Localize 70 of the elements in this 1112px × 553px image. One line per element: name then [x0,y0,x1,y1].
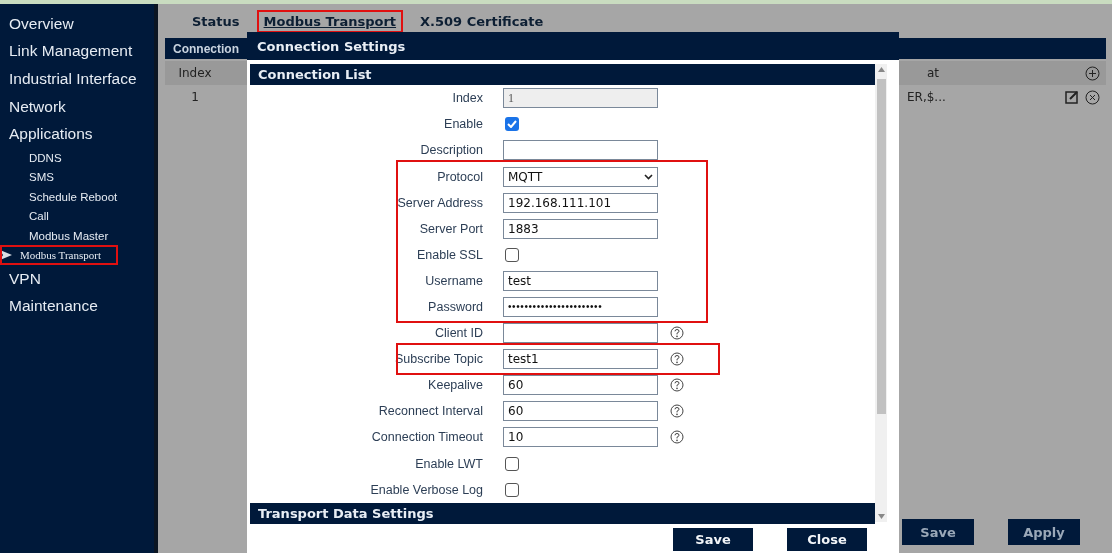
text-field[interactable]: 192.168.111.101 [503,192,658,213]
sidebar-item[interactable]: DDNS [0,147,154,168]
field-label: Client ID [434,326,484,341]
column-header: at [927,66,941,80]
text-field[interactable]: 60 [503,401,658,422]
help-icon[interactable] [670,404,684,419]
sidebar-item[interactable]: Call [0,206,154,226]
sidebar-item[interactable]: Modbus Master [0,225,154,246]
add-icon[interactable] [1085,65,1100,81]
field-label: Server Port [418,221,484,236]
edit-icon[interactable] [1065,90,1079,104]
text-field[interactable]: test [503,270,658,291]
help-icon[interactable] [670,352,684,367]
dialog-button[interactable]: Save [673,528,753,551]
sidebar-item[interactable]: Industrial Interface [0,65,154,93]
dialog-title: Connection Settings [247,32,899,60]
field-label: Enable Verbose Log [369,482,484,497]
text-field[interactable] [503,323,658,344]
page-button[interactable]: Save [902,519,974,545]
chevron-icon [644,173,653,180]
field-label: Enable LWT [414,456,484,471]
checkbox[interactable] [505,247,519,262]
scroll-down-icon[interactable] [877,514,885,519]
field-label: Connection Timeout [370,430,484,445]
checkbox[interactable] [505,482,519,497]
field-label: Username [424,273,484,288]
tab[interactable]: Status [185,9,247,33]
field-label: Enable SSL [415,247,484,262]
sidebar-item[interactable]: Maintenance [0,292,154,321]
delete-icon[interactable] [1085,89,1100,105]
index-field: 1 [503,88,658,109]
field-label: Server Address [396,195,484,210]
arrow-icon [0,250,12,261]
text-field[interactable]: test1 [503,349,658,370]
field-label: Keepalive [427,378,484,393]
section-header: Connection List [250,64,875,85]
text-field[interactable] [503,140,658,161]
help-icon[interactable] [670,326,684,341]
dialog-button[interactable]: Close [787,528,867,551]
sidebar-item[interactable]: Network [0,92,154,121]
field-label: Password [427,299,484,314]
sidebar-item[interactable]: SMS [0,167,154,187]
text-field[interactable]: 60 [503,375,658,396]
tab[interactable]: X.509 Certificate [413,9,551,33]
sidebar-item[interactable]: Overview [0,10,154,38]
sidebar-item[interactable]: Schedule Reboot [0,186,154,207]
checkbox[interactable] [505,117,519,132]
password-field[interactable]: ••••••••••••••••••••••• [503,296,658,317]
field-label: Reconnect Interval [377,404,484,419]
field-label: Enable [443,117,484,132]
scrollbar[interactable] [875,64,887,522]
sidebar-item[interactable]: Modbus Transport [0,245,118,265]
sidebar-item[interactable]: Applications [0,120,154,148]
checkbox[interactable] [505,456,519,471]
table-cell-text: ER,$... [907,90,947,104]
column-header: Index [177,66,213,80]
field-label: Protocol [436,169,484,184]
help-icon[interactable] [670,378,684,393]
sidebar-item[interactable]: VPN [0,264,154,293]
text-field[interactable]: 1883 [503,218,658,239]
text-field[interactable]: 10 [503,427,658,448]
section-header: Transport Data Settings [250,503,875,524]
field-label: Description [419,143,484,158]
protocol-dropdown[interactable]: MQTT [503,166,658,187]
page-button[interactable]: Apply [1008,519,1080,545]
scroll-up-icon[interactable] [877,67,885,72]
help-icon[interactable] [670,430,684,445]
sidebar-item[interactable]: Link Management [0,37,154,66]
field-label: Index [451,91,484,106]
table-cell-text: 1 [190,90,200,104]
